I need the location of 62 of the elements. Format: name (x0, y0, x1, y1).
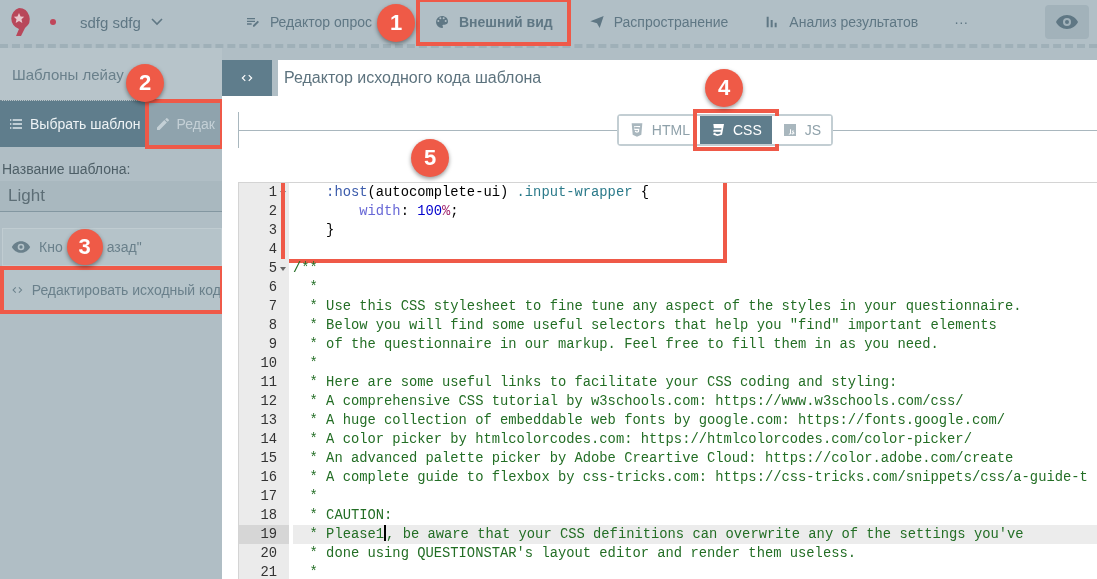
code-line: * Use this CSS stylesheet to fine tune any aspect of the styles in your questionnaire. (308, 298, 1023, 316)
code-line: * A color picker by htmlcolorcodes.com: https://htmlcolorcodes.com/color-picker/ (308, 431, 973, 449)
code-line: * (308, 279, 319, 297)
line-number: 8 (267, 317, 278, 335)
code-line: * A comprehensive CSS tutorial by w3schools.com: https://www.w3schools.com/css/ (308, 393, 965, 411)
code-line: * Here are some useful links to facilitate your CSS coding and styling: (308, 374, 899, 392)
line-number: 19 (239, 525, 289, 544)
code-line: * A huge collection of embeddable web fonts by google.com: https://fonts.google.com/ (308, 412, 1007, 430)
code-editor[interactable] (238, 182, 1097, 579)
code-line: * Below you will find some useful selectors that help you "find" important elements (308, 317, 998, 335)
nav-tab[interactable]: ··· (938, 0, 985, 44)
code-line: * (308, 488, 319, 506)
nav-tab[interactable]: Анализ результатов (748, 0, 935, 44)
code-line: * done using QUESTIONSTAR's layout editor and render them useless. (308, 545, 857, 563)
status-dot (50, 19, 56, 25)
code-line: * A complete guide to flexbox by css-tricks.com: https://css-tricks.com/snippets/css/a-guide-t (308, 469, 1089, 487)
nav-tab[interactable]: Редактор опрос (228, 0, 376, 44)
line-number: 15 (259, 450, 278, 468)
sidebar-item[interactable]: Кно 3 азад" (2, 228, 222, 266)
line-number: 10 (259, 355, 278, 373)
line-number: 14 (259, 431, 278, 449)
code-line: * CAUTION: (308, 507, 394, 525)
callout-badge: 3 (66, 229, 103, 265)
line-number: 17 (259, 488, 278, 506)
line-number: 5 (239, 259, 289, 278)
code-line: * of the questionnaire in our markup. Feel free to fill them in as you need. (308, 336, 940, 354)
palette-icon (434, 14, 450, 30)
text-cursor (384, 525, 387, 541)
paper-plane-icon (588, 14, 605, 30)
code-line: /** (293, 260, 319, 278)
line-number: 6 (267, 279, 278, 297)
line-number: 3 (267, 222, 278, 240)
nav-tab[interactable]: Внешний вид (418, 0, 569, 44)
line-number: 13 (259, 412, 278, 430)
list-icon (8, 116, 24, 132)
line-number: 20 (259, 545, 278, 563)
line-number: 9 (267, 336, 278, 354)
line-number: 1 (239, 183, 289, 202)
line-number: 21 (259, 564, 278, 579)
code-line: * An advanced palette picker by Adobe Creartive Cloud: https://color.adobe.com/create (308, 450, 1015, 468)
line-number: 7 (267, 298, 278, 316)
code-line: * (308, 564, 319, 579)
line-number: 4 (267, 241, 278, 259)
preview-button[interactable] (1045, 5, 1089, 39)
sidebar-item[interactable]: Редактировать исходный код (2, 268, 222, 312)
css-shield-icon (710, 122, 726, 138)
pencil-icon (154, 116, 171, 132)
code-line: } (325, 222, 336, 240)
template-name-field[interactable]: Light (0, 181, 222, 212)
code-toggle-button[interactable] (222, 60, 272, 96)
chevron-down-icon (150, 18, 163, 26)
project-dropdown[interactable]: sdfg sdfg (80, 13, 163, 31)
line-number: 18 (259, 507, 278, 525)
line-number: 16 (259, 469, 278, 487)
code-line: width: 100%; (358, 203, 460, 221)
line-number: 2 (267, 203, 278, 221)
line-number: 12 (259, 393, 278, 411)
code-line: * (308, 355, 319, 373)
code-line: :host(autocomplete-ui) .input-wrapper { (325, 184, 651, 202)
nav-tab[interactable]: Распространение (572, 0, 745, 44)
line-number: 11 (259, 374, 278, 392)
field-label: Название шаблона: (2, 161, 132, 177)
